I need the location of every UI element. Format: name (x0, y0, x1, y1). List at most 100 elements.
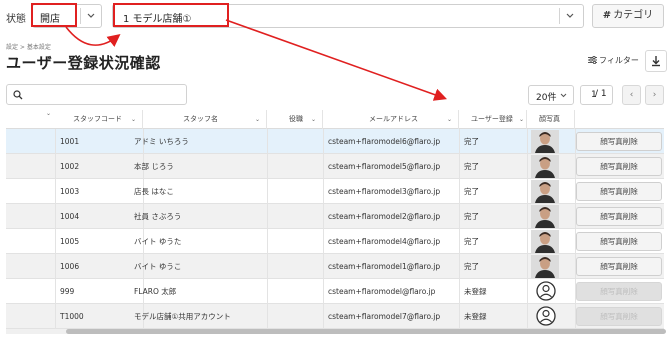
column-divider (323, 279, 324, 304)
face-photo (531, 230, 559, 253)
delete-photo-button[interactable]: 顔写真削除 (576, 157, 662, 176)
column-header-label: 役職 (289, 115, 303, 123)
filter-button[interactable]: フィルター (588, 55, 639, 66)
column-divider (459, 229, 460, 254)
column-divider (323, 254, 324, 279)
face-photo (531, 130, 559, 153)
chevron-down-icon: ⌄ (254, 116, 260, 123)
cell-email: csteam+flaromodel1@flaro.jp (328, 262, 441, 271)
delete-photo-button[interactable]: 顔写真削除 (576, 282, 662, 301)
cell-staff-name: 社員 さぶろう (134, 212, 182, 221)
cell-staff-code: 1004 (60, 212, 80, 221)
table-header: ⌄ スタッフコード ⌄ スタッフ名 ⌄ 役職 ⌄ メールアドレス ⌄ ユーザー登… (6, 110, 664, 129)
prev-page-button[interactable]: ‹ (622, 85, 641, 105)
cell-registration-status: 完了 (464, 262, 479, 271)
cell-staff-code: 1005 (60, 237, 80, 246)
divider (559, 8, 560, 24)
filter-button-label: フィルター (599, 56, 639, 65)
chevron-down-icon[interactable]: ⌄ (46, 110, 51, 117)
total-pages: / 1 (595, 89, 607, 99)
page-title: ユーザー登録状況確認 (6, 54, 161, 72)
delete-photo-button[interactable]: 顔写真削除 (576, 257, 662, 276)
state-label: 状態 (6, 14, 26, 25)
table-body: 1001 アドミ いちろう csteam+flaromodel6@flaro.jp 完… (6, 129, 664, 329)
cell-staff-name: バイト ゆうた (134, 237, 182, 246)
user-placeholder-icon (536, 281, 556, 301)
column-header-label: スタッフコード (73, 115, 122, 123)
cell-staff-code: 1001 (60, 137, 80, 146)
cell-registration-status: 完了 (464, 237, 479, 246)
horizontal-scrollbar[interactable] (6, 329, 666, 334)
table-row[interactable]: 1006 バイト ゆうこ csteam+flaromodel1@flaro.jp 完了… (6, 254, 664, 279)
column-header-label: 顔写真 (539, 115, 560, 123)
column-divider (459, 179, 460, 204)
column-divider (527, 279, 528, 304)
table-row[interactable]: 1004 社員 さぶろう csteam+flaromodel2@flaro.jp 完了… (6, 204, 664, 229)
cell-email: csteam+flaromodel5@flaro.jp (328, 162, 441, 171)
column-divider (323, 229, 324, 254)
table-row[interactable]: 1002 本部 じろう csteam+flaromodel5@flaro.jp 完了 顔… (6, 154, 664, 179)
delete-photo-button[interactable]: 顔写真削除 (576, 182, 662, 201)
column-header-staff-code[interactable]: スタッフコード ⌄ (55, 110, 143, 129)
table-row[interactable]: T1000 モデル店舗①共用アカウント csteam+flaromodel7@fla… (6, 304, 664, 329)
column-divider (527, 154, 528, 179)
column-divider (323, 129, 324, 154)
delete-photo-button[interactable]: 顔写真削除 (576, 132, 662, 151)
user-registration-page: 状態 開店 1 モデル店舗① # カテゴリ 設定 > 基本設定 ユーザー登録状況確… (0, 0, 670, 340)
filter-icon (588, 55, 597, 65)
cell-email: csteam+flaromodel@flaro.jp (328, 287, 436, 296)
hash-icon: # (602, 10, 612, 21)
column-divider (267, 179, 268, 204)
cell-registration-status: 未登録 (464, 312, 487, 321)
column-header-label: メールアドレス (369, 115, 418, 123)
chevron-down-icon: ⌄ (310, 116, 316, 123)
table-row[interactable]: 999 FLARO 太郎 csteam+flaromodel@flaro.jp 未登録… (6, 279, 664, 304)
chevron-down-icon: ⌄ (446, 116, 452, 123)
column-divider (55, 254, 56, 279)
next-page-button[interactable]: › (645, 85, 664, 105)
column-header-staff-name[interactable]: スタッフ名 ⌄ (143, 110, 267, 129)
scrollbar-thumb[interactable] (66, 329, 666, 334)
column-header-email[interactable]: メールアドレス ⌄ (323, 110, 459, 129)
chevron-down-icon (560, 89, 567, 103)
column-divider (323, 154, 324, 179)
column-divider (267, 279, 268, 304)
column-divider (55, 229, 56, 254)
divider (80, 8, 81, 24)
category-button[interactable]: # カテゴリ (592, 4, 664, 28)
chevron-down-icon: ⌄ (130, 116, 136, 123)
search-icon (13, 90, 23, 100)
column-divider (459, 279, 460, 304)
filter-bar: 状態 開店 1 モデル店舗① # カテゴリ (0, 0, 670, 32)
cell-registration-status: 完了 (464, 212, 479, 221)
column-header-role[interactable]: 役職 ⌄ (267, 110, 323, 129)
delete-photo-button[interactable]: 顔写真削除 (576, 232, 662, 251)
column-divider (55, 204, 56, 229)
cell-staff-name: モデル店舗①共用アカウント (134, 312, 231, 321)
per-page-value: 20件 (536, 93, 557, 103)
cell-staff-name: 本部 じろう (134, 162, 174, 171)
column-divider (267, 304, 268, 329)
cell-staff-code: 1002 (60, 162, 80, 171)
column-divider (527, 304, 528, 329)
table-row[interactable]: 1001 アドミ いちろう csteam+flaromodel6@flaro.jp 完… (6, 129, 664, 154)
download-button[interactable] (645, 50, 667, 72)
delete-photo-button[interactable]: 顔写真削除 (576, 207, 662, 226)
column-divider (55, 179, 56, 204)
per-page-select[interactable]: 20件 (528, 85, 574, 105)
cell-registration-status: 完了 (464, 162, 479, 171)
delete-photo-button[interactable]: 顔写真削除 (576, 307, 662, 326)
column-header-registration[interactable]: ユーザー登録 ⌄ (459, 110, 527, 129)
chevron-down-icon (566, 7, 574, 28)
column-header-photo: 顔写真 (527, 110, 575, 129)
staff-table: ⌄ スタッフコード ⌄ スタッフ名 ⌄ 役職 ⌄ メールアドレス ⌄ ユーザー登… (6, 110, 664, 329)
column-divider (267, 204, 268, 229)
cell-staff-name: 店長 はなこ (134, 187, 174, 196)
table-row[interactable]: 1003 店長 はなこ csteam+flaromodel3@flaro.jp 完了 顔… (6, 179, 664, 204)
column-divider (459, 254, 460, 279)
search-input[interactable] (6, 84, 187, 105)
column-divider (323, 179, 324, 204)
cell-email: csteam+flaromodel7@flaro.jp (328, 312, 441, 321)
table-row[interactable]: 1005 バイト ゆうた csteam+flaromodel4@flaro.jp 完了… (6, 229, 664, 254)
column-divider (267, 129, 268, 154)
